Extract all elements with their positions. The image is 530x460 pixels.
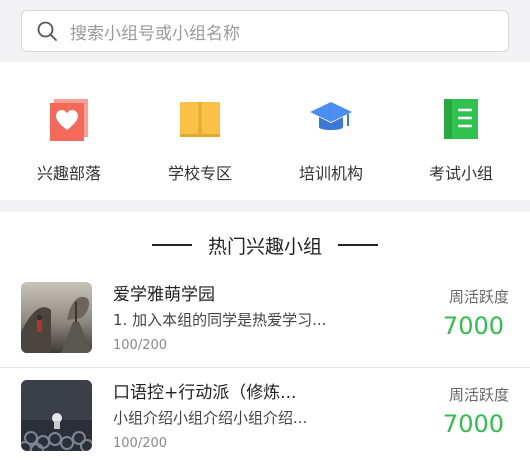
notebook-icon <box>444 99 478 139</box>
graduation-cap-icon <box>310 102 352 130</box>
group-name: 爱学雅萌学园 <box>113 285 215 305</box>
category-label: 培训机构 <box>298 164 363 183</box>
category-panel: 兴趣部落 学校专区 培训机构 考试小组 <box>0 62 530 200</box>
category-label: 兴趣部落 <box>36 164 101 183</box>
group-avatar <box>21 282 92 353</box>
heart-icon <box>50 99 88 141</box>
activity-value: 7000 <box>442 312 504 340</box>
category-label: 考试小组 <box>428 164 493 183</box>
book-icon <box>180 102 220 137</box>
category-training-institution[interactable]: 培训机构 <box>265 62 397 200</box>
group-list-item[interactable]: 口语控+行动派（修炼... 小组介绍小组介绍小组介绍... 100/200 周活… <box>0 370 530 460</box>
category-interest-tribe[interactable]: 兴趣部落 <box>3 62 135 200</box>
category-school-zone[interactable]: 学校专区 <box>134 62 266 200</box>
group-list-item[interactable]: 爱学雅萌学园 1. 加入本组的同学是热爱学习... 100/200 周活跃度 7… <box>0 272 530 370</box>
heading-rule-right <box>338 244 378 246</box>
group-description: 小组介绍小组介绍小组介绍... <box>113 409 308 427</box>
hot-groups-heading: 热门兴趣小组 <box>0 232 530 258</box>
search-bar: 搜索小组号或小组名称 <box>0 0 530 62</box>
search-input[interactable]: 搜索小组号或小组名称 <box>21 10 509 52</box>
category-exam-group[interactable]: 考试小组 <box>395 62 527 200</box>
member-count: 100/200 <box>113 338 168 353</box>
group-avatar <box>21 380 92 451</box>
activity-value: 7000 <box>442 410 504 438</box>
member-count: 100/200 <box>113 436 168 451</box>
activity-label: 周活跃度 <box>448 386 509 404</box>
search-icon <box>37 21 57 41</box>
search-placeholder: 搜索小组号或小组名称 <box>70 23 240 44</box>
activity-label: 周活跃度 <box>448 288 509 306</box>
group-description: 1. 加入本组的同学是热爱学习... <box>113 311 327 329</box>
row-divider <box>0 367 530 368</box>
group-name: 口语控+行动派（修炼... <box>113 383 297 403</box>
section-title: 热门兴趣小组 <box>207 235 322 258</box>
heading-rule-left <box>151 244 192 246</box>
category-label: 学校专区 <box>167 164 232 183</box>
